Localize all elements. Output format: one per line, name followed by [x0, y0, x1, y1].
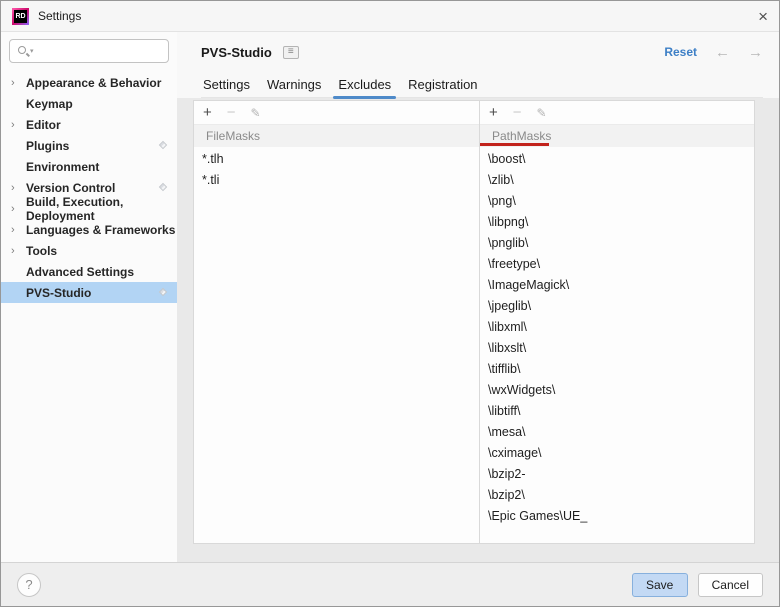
pathmasks-toolbar: + − ✎ — [480, 101, 754, 125]
cancel-button[interactable]: Cancel — [697, 572, 763, 597]
dialog-footer: ? Save Cancel — [1, 562, 779, 606]
window-title: Settings — [38, 9, 82, 23]
tab-warnings[interactable]: Warnings — [265, 72, 323, 97]
tab-settings[interactable]: Settings — [201, 72, 252, 97]
settings-dialog: RD Settings × ▾ › Appearance & Behavior Ke… — [0, 0, 780, 607]
list-item[interactable]: \bzip2- — [480, 464, 754, 485]
list-item[interactable]: \wxWidgets\ — [480, 380, 754, 401]
filemasks-list: *.tlh *.tli — [194, 147, 479, 543]
filemasks-header-label: FileMasks — [206, 129, 261, 143]
sidebar-item-label: Tools — [26, 243, 58, 258]
footer-buttons: Save Cancel — [631, 572, 763, 597]
page-title: PVS-Studio — [201, 44, 272, 60]
filemasks-column-header: FileMasks — [194, 125, 479, 147]
pathmasks-header-label: PathMasks — [492, 129, 552, 143]
red-underline-annotation — [480, 143, 549, 146]
search-options-caret-icon[interactable]: ▾ — [30, 47, 34, 55]
chevron-right-icon[interactable]: › — [11, 77, 26, 89]
list-item[interactable]: \jpeglib\ — [480, 296, 754, 317]
list-item[interactable]: \ImageMagick\ — [480, 275, 754, 296]
modified-badge-icon — [158, 140, 168, 150]
remove-icon[interactable]: − — [227, 105, 236, 120]
sidebar-item-keymap[interactable]: Keymap — [1, 93, 177, 114]
modified-badge-icon — [158, 287, 168, 297]
list-item[interactable]: \tifflib\ — [480, 359, 754, 380]
sidebar-item-plugins[interactable]: Plugins — [1, 135, 177, 156]
chevron-right-icon[interactable]: › — [11, 182, 26, 194]
reset-button[interactable]: Reset — [664, 45, 697, 59]
modified-badge-icon — [158, 182, 168, 192]
help-icon: ? — [25, 577, 33, 592]
search-icon — [17, 45, 29, 57]
forward-arrow-icon[interactable]: → — [748, 45, 763, 60]
settings-tree: › Appearance & Behavior Keymap › Editor Plugi… — [1, 72, 177, 303]
pathmasks-list: \boost\ \zlib\ \png\ \libpng\ \pnglib\ \freet… — [480, 147, 754, 543]
main-content: PVS-Studio ≡ Reset ← → Settings Warnings E… — [177, 32, 779, 562]
sidebar-item-build-execution-deployment[interactable]: › Build, Execution, Deployment — [1, 195, 177, 223]
sidebar-item-languages-frameworks[interactable]: › Languages & Frameworks — [1, 219, 177, 240]
add-icon[interactable]: + — [489, 105, 498, 120]
save-button[interactable]: Save — [631, 572, 688, 597]
sidebar-item-label: Version Control — [26, 180, 116, 195]
list-item[interactable]: \libxslt\ — [480, 338, 754, 359]
sidebar-item-label: Environment — [26, 159, 100, 174]
sidebar-item-environment[interactable]: Environment — [1, 156, 177, 177]
list-item[interactable]: \png\ — [480, 191, 754, 212]
list-item[interactable]: \zlib\ — [480, 170, 754, 191]
list-item[interactable]: \mesa\ — [480, 422, 754, 443]
remove-icon[interactable]: − — [513, 105, 522, 120]
pathmasks-panel: + − ✎ PathMasks \boost\ \zlib\ \png\ \libpn… — [480, 101, 754, 543]
tab-registration[interactable]: Registration — [406, 72, 479, 97]
sidebar-item-label: Plugins — [26, 138, 70, 153]
edit-pencil-icon[interactable]: ✎ — [251, 107, 261, 119]
rider-logo-icon: RD — [12, 7, 29, 25]
sidebar-item-label: PVS-Studio — [26, 285, 92, 300]
options-menu-icon[interactable]: ≡ — [282, 45, 299, 59]
list-item[interactable]: \libtiff\ — [480, 401, 754, 422]
excludes-panels: + − ✎ FileMasks *.tlh *.tli + − ✎ PathMas… — [193, 100, 755, 544]
settings-sidebar: ▾ › Appearance & Behavior Keymap › Editor Plu… — [1, 32, 177, 562]
help-button[interactable]: ? — [17, 572, 41, 597]
list-item[interactable]: \freetype\ — [480, 254, 754, 275]
sidebar-item-advanced-settings[interactable]: Advanced Settings — [1, 261, 177, 282]
sidebar-item-label: Editor — [26, 117, 61, 132]
sidebar-item-appearance-behavior[interactable]: › Appearance & Behavior — [1, 72, 177, 93]
sidebar-item-label: Languages & Frameworks — [26, 222, 176, 237]
chevron-right-icon[interactable]: › — [11, 119, 26, 131]
tab-excludes[interactable]: Excludes — [333, 72, 396, 99]
chevron-right-icon[interactable]: › — [11, 245, 26, 257]
sidebar-item-label: Appearance & Behavior — [26, 75, 162, 90]
sidebar-item-label: Advanced Settings — [26, 264, 135, 279]
sidebar-item-tools[interactable]: › Tools — [1, 240, 177, 261]
close-icon[interactable]: × — [758, 8, 768, 25]
page-header: PVS-Studio ≡ Reset ← → — [201, 39, 763, 65]
list-item[interactable]: \libxml\ — [480, 317, 754, 338]
list-item[interactable]: \cximage\ — [480, 443, 754, 464]
add-icon[interactable]: + — [203, 105, 212, 120]
list-item[interactable]: \boost\ — [480, 149, 754, 170]
tab-bar: Settings Warnings Excludes Registration — [201, 72, 763, 99]
list-item[interactable]: \libpng\ — [480, 212, 754, 233]
list-item[interactable]: \pnglib\ — [480, 233, 754, 254]
sidebar-item-label: Keymap — [26, 96, 73, 111]
back-arrow-icon[interactable]: ← — [715, 45, 730, 60]
list-item[interactable]: \bzip2\ — [480, 485, 754, 506]
sidebar-item-editor[interactable]: › Editor — [1, 114, 177, 135]
edit-pencil-icon[interactable]: ✎ — [537, 107, 547, 119]
sidebar-item-pvs-studio[interactable]: PVS-Studio — [1, 282, 177, 303]
list-item[interactable]: *.tlh — [194, 149, 479, 170]
list-item[interactable]: \Epic Games\UE_ — [480, 506, 754, 527]
list-item[interactable]: *.tli — [194, 170, 479, 191]
title-bar: RD Settings × — [1, 1, 779, 32]
chevron-right-icon[interactable]: › — [11, 224, 26, 236]
pathmasks-column-header: PathMasks — [480, 125, 754, 147]
chevron-right-icon[interactable]: › — [11, 203, 26, 215]
filemasks-panel: + − ✎ FileMasks *.tlh *.tli — [194, 101, 480, 543]
filemasks-toolbar: + − ✎ — [194, 101, 479, 125]
search-input[interactable]: ▾ — [9, 39, 169, 63]
